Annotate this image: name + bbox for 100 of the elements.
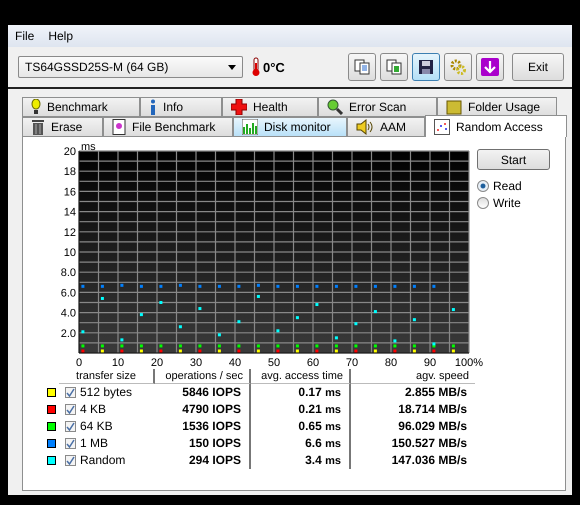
- column-header: agv. speed: [351, 369, 475, 384]
- data-point: [452, 349, 455, 352]
- tab[interactable]: Folder Usage: [437, 97, 557, 117]
- checkbox[interactable]: [65, 386, 76, 398]
- folder-icon: [446, 99, 462, 115]
- data-point: [412, 344, 416, 348]
- y-tick-label: 20: [64, 146, 76, 158]
- radio-button[interactable]: Write: [477, 196, 550, 210]
- download-arrow-icon: [481, 58, 499, 76]
- tab[interactable]: AAM: [347, 117, 425, 137]
- toolbar-button[interactable]: [412, 53, 440, 81]
- y-tick-label: 14: [64, 206, 76, 219]
- tab[interactable]: Benchmark: [22, 97, 140, 117]
- toolbar-button[interactable]: [380, 53, 408, 81]
- document-icon: [112, 119, 126, 135]
- tab[interactable]: Info: [140, 97, 222, 117]
- documents-icon: [386, 59, 402, 75]
- data-point: [120, 284, 124, 287]
- tab[interactable]: Random Access: [425, 115, 567, 137]
- data-point: [140, 284, 143, 288]
- scatter-plot-icon: [434, 118, 450, 134]
- tab[interactable]: Disk monitor: [233, 117, 347, 137]
- data-point: [412, 349, 416, 352]
- data-point: [256, 349, 260, 352]
- x-tick-label: 20: [150, 357, 164, 367]
- x-tick-label: 70: [346, 357, 358, 367]
- data-point: [100, 349, 104, 352]
- x-tick-label: 80: [384, 357, 398, 367]
- radio-button[interactable]: Read: [477, 179, 550, 193]
- data-point: [315, 344, 318, 348]
- table-cell-text: 96.029 MB/s: [397, 418, 468, 435]
- column-header: avg. access time: [251, 369, 351, 384]
- data-point: [120, 338, 124, 342]
- table-cell: Random: [80, 453, 126, 467]
- checkbox[interactable]: [65, 438, 76, 448]
- checkbox[interactable]: [65, 404, 76, 414]
- data-point: [81, 330, 84, 334]
- data-point: [276, 329, 280, 332]
- data-point: [81, 284, 84, 288]
- data-point: [374, 349, 377, 352]
- data-point: [315, 303, 318, 306]
- checkbox[interactable]: [65, 420, 76, 432]
- thermometer-icon: [251, 57, 261, 77]
- data-point: [412, 284, 416, 288]
- data-point: [198, 349, 202, 352]
- table-cell: 512 bytes: [80, 385, 132, 399]
- data-point: [178, 284, 182, 287]
- data-point: [178, 349, 182, 352]
- light-bulb-icon: [31, 99, 41, 115]
- toolbar-button[interactable]: [476, 53, 504, 81]
- data-point: [354, 284, 358, 288]
- data-point: [296, 284, 299, 288]
- data-point: [315, 284, 318, 288]
- data-point: [198, 307, 202, 310]
- data-point: [432, 284, 436, 288]
- tab[interactable]: Health: [222, 97, 318, 117]
- data-point: [159, 344, 162, 348]
- menu-item[interactable]: Help: [48, 29, 74, 43]
- table-cell: 64 KB: [80, 419, 113, 433]
- data-point: [393, 284, 396, 288]
- toolbar-button[interactable]: [348, 53, 376, 81]
- x-tick-label: 50: [268, 357, 280, 367]
- tab[interactable]: File Benchmark: [103, 117, 233, 137]
- table-cell: 150 IOPS: [155, 435, 251, 452]
- data-point: [120, 344, 124, 348]
- data-point: [81, 349, 84, 352]
- data-point: [218, 333, 221, 336]
- data-point: [354, 349, 358, 352]
- table-cell: 1536 IOPS: [155, 418, 251, 435]
- start-button[interactable]: Start: [477, 149, 550, 170]
- tab[interactable]: Erase: [22, 117, 103, 137]
- data-point: [178, 325, 182, 328]
- exit-button[interactable]: Exit: [512, 53, 564, 81]
- table-cell: 0.65 ms: [251, 418, 351, 435]
- data-point: [81, 344, 84, 348]
- table-cell: 1 MB: [80, 436, 108, 450]
- x-tick-label: 0: [76, 357, 82, 367]
- info-icon: [149, 99, 157, 115]
- column-header: transfer size: [59, 369, 155, 384]
- data-point: [276, 344, 280, 348]
- magnifier-icon: [327, 99, 343, 115]
- data-point: [276, 284, 280, 288]
- checkbox[interactable]: [65, 454, 76, 466]
- data-point: [159, 349, 162, 352]
- column-header: operations / sec: [155, 369, 251, 384]
- drive-dropdown[interactable]: TS64GSSD25S-M (64 GB): [18, 56, 243, 78]
- table-cell-text: 150.527 MB/s: [390, 435, 468, 452]
- data-point: [296, 316, 299, 320]
- menu-item[interactable]: File: [15, 29, 34, 43]
- data-point: [315, 349, 318, 352]
- data-point: [334, 336, 338, 340]
- data-point: [334, 284, 338, 288]
- x-tick-label: 100%: [454, 357, 484, 367]
- tab[interactable]: Error Scan: [318, 97, 437, 117]
- table-cell-text: 18.714 MB/s: [397, 401, 468, 418]
- data-point: [276, 349, 280, 352]
- temperature-reading: 0°C: [263, 60, 285, 74]
- data-point: [198, 344, 202, 348]
- speaker-icon: [356, 119, 374, 135]
- data-point: [218, 349, 221, 352]
